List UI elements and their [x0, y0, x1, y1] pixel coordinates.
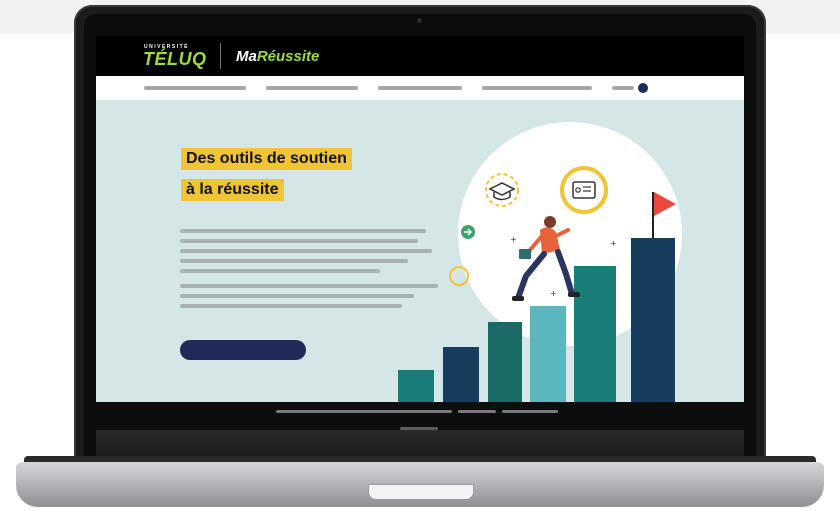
- brand-suffix: Réussite: [256, 48, 320, 65]
- mareussite-logo[interactable]: MaRéussite: [236, 48, 319, 65]
- teluq-logo[interactable]: TÉLUQ: [143, 49, 207, 70]
- nav-item-2[interactable]: [266, 86, 358, 90]
- scroll-indicator: [458, 410, 496, 413]
- nav-item-3[interactable]: [378, 86, 462, 90]
- text-line: [180, 294, 414, 298]
- nav-item-1[interactable]: [144, 86, 246, 90]
- laptop-screen: UNIVERSITÉ TÉLUQ MaRéussite Des outils d…: [96, 36, 744, 402]
- hero-headline-line-2: à la réussite: [181, 179, 284, 201]
- screen-bottom-strip: [96, 402, 744, 430]
- nav-item-4[interactable]: [482, 86, 592, 90]
- brand-prefix: Ma: [236, 48, 257, 65]
- logo-divider: [220, 43, 221, 69]
- bar-3: [488, 322, 522, 402]
- success-illustration: + + +: [398, 122, 682, 402]
- camera-icon: [417, 18, 422, 23]
- text-line: [180, 304, 402, 308]
- bar-6: [631, 238, 675, 402]
- user-avatar[interactable]: [638, 83, 648, 93]
- cta-button[interactable]: [180, 340, 306, 360]
- svg-text:+: +: [610, 239, 617, 248]
- bar-1: [398, 370, 434, 402]
- scroll-indicator: [502, 410, 558, 413]
- hero-headline-line-1: Des outils de soutien: [181, 148, 352, 170]
- svg-text:+: +: [510, 235, 517, 244]
- bar-4: [530, 306, 566, 402]
- nav-bar: [96, 76, 744, 100]
- scroll-indicator: [276, 410, 452, 413]
- bar-2: [443, 347, 479, 402]
- nav-item-5[interactable]: [612, 86, 634, 90]
- text-line: [180, 259, 408, 263]
- certificate-icon: [560, 166, 608, 214]
- text-line: [180, 269, 380, 273]
- svg-text:+: +: [550, 289, 557, 298]
- app-header: UNIVERSITÉ TÉLUQ MaRéussite: [96, 36, 744, 76]
- bar-5: [574, 266, 616, 402]
- text-line: [180, 239, 418, 243]
- decor-ring: [449, 266, 469, 286]
- laptop-notch: [368, 484, 474, 500]
